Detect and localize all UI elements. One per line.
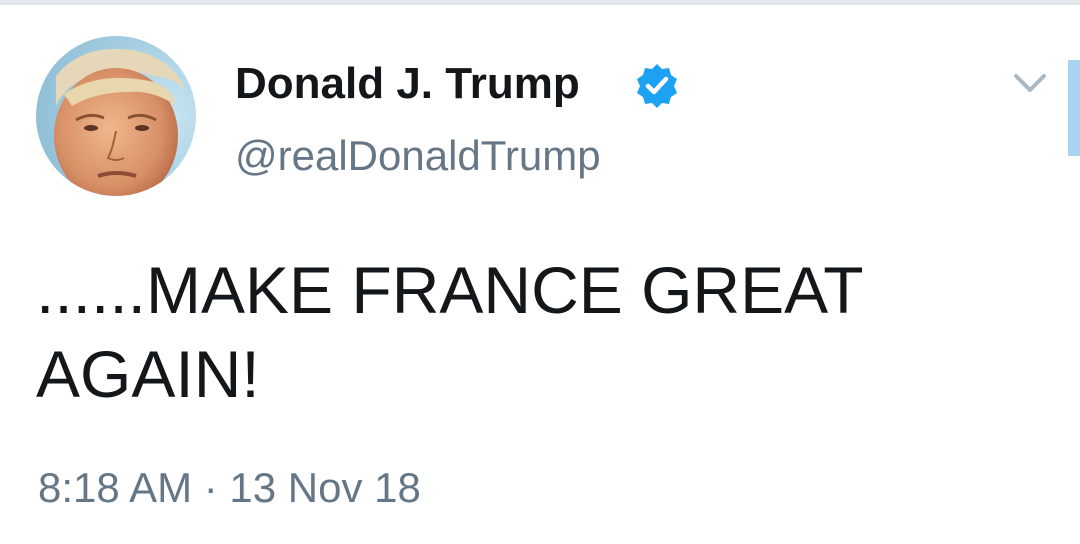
tweet-text-line-1: ......MAKE FRANCE GREAT bbox=[36, 253, 864, 327]
avatar-portrait bbox=[36, 36, 196, 196]
author-display-name[interactable]: Donald J. Trump bbox=[235, 56, 580, 112]
verified-badge-icon bbox=[637, 64, 677, 108]
tweet-timestamp[interactable]: 8:18 AM · 13 Nov 18 bbox=[38, 460, 421, 516]
avatar[interactable] bbox=[36, 36, 196, 196]
chevron-down-icon[interactable] bbox=[1010, 68, 1050, 96]
author-handle[interactable]: @realDonaldTrump bbox=[235, 128, 601, 184]
scrollbar[interactable] bbox=[1068, 60, 1080, 156]
tweet-text: ......MAKE FRANCE GREAT AGAIN! bbox=[36, 248, 1016, 416]
tweet-text-line-2: AGAIN! bbox=[36, 337, 260, 411]
top-divider bbox=[0, 0, 1080, 5]
